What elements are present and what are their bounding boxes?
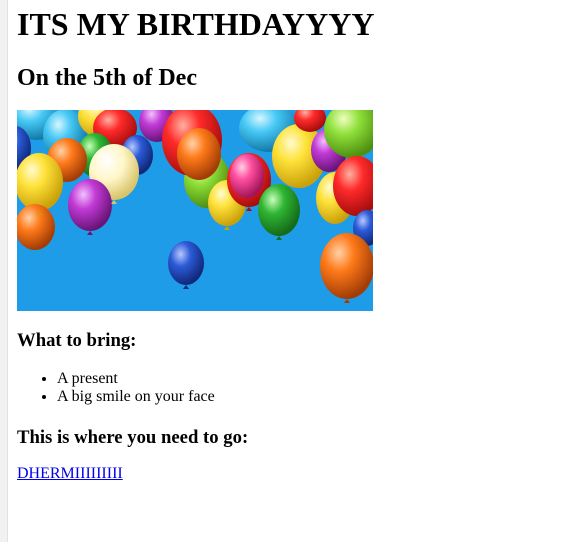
list-item: A big smile on your face [57, 388, 215, 406]
page-subtitle: On the 5th of Dec [17, 65, 197, 91]
page-title: ITS MY BIRTHDAYYYY [17, 6, 375, 42]
balloons-image [17, 110, 373, 311]
bring-list: A present A big smile on your face [17, 370, 215, 406]
list-item: A present [57, 370, 215, 388]
window-left-edge [0, 0, 8, 542]
bring-heading: What to bring: [17, 330, 137, 351]
location-link[interactable]: DHERMIIIIIIIII [17, 465, 123, 483]
location-heading: This is where you need to go: [17, 427, 249, 448]
